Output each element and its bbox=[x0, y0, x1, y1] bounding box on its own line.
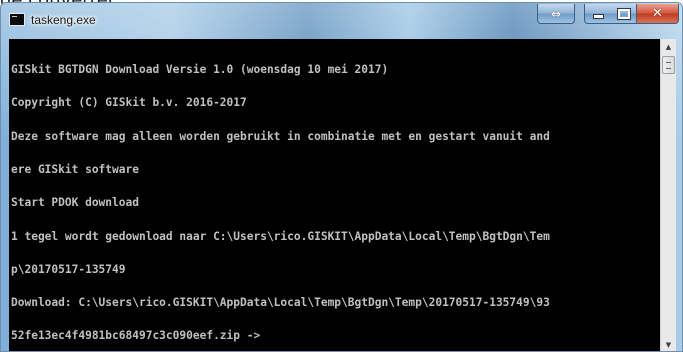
console-text: GISkit BGTDGN Download Versie 1.0 (woens… bbox=[11, 42, 657, 351]
console-output-area[interactable]: GISkit BGTDGN Download Versie 1.0 (woens… bbox=[9, 39, 676, 351]
minimize-icon bbox=[592, 14, 604, 19]
console-app-icon[interactable] bbox=[9, 13, 25, 26]
minimize-button[interactable] bbox=[584, 4, 612, 24]
console-line: 52fe13ec4f4981bc68497c3c090eef.zip -> bbox=[11, 329, 261, 343]
vertical-scrollbar[interactable]: ▲ ▼ bbox=[660, 39, 676, 351]
console-line: Copyright (C) GISkit b.v. 2016-2017 bbox=[11, 96, 247, 110]
maximize-button[interactable] bbox=[611, 4, 637, 24]
console-line: GISkit BGTDGN Download Versie 1.0 (woens… bbox=[11, 63, 389, 77]
scroll-up-arrow-icon: ▲ bbox=[665, 43, 672, 51]
close-button[interactable]: ✕ bbox=[636, 4, 679, 24]
console-line: Download: C:\Users\rico.GISKIT\AppData\L… bbox=[11, 296, 550, 310]
console-line: Deze software mag alleen worden gebruikt… bbox=[11, 129, 550, 143]
console-window: taskeng.exe ⇔ ✕ GISkit BGTDGN Download V… bbox=[0, 2, 683, 352]
maximize-icon bbox=[616, 7, 631, 20]
restore-icon: ⇔ bbox=[550, 6, 562, 21]
scroll-down-arrow-icon: ▼ bbox=[665, 341, 672, 349]
console-line: ere GISkit software bbox=[11, 163, 139, 177]
scroll-down-button[interactable]: ▼ bbox=[661, 337, 676, 351]
window-title: taskeng.exe bbox=[31, 13, 96, 27]
scroll-up-button[interactable]: ▲ bbox=[661, 39, 676, 55]
console-line: 1 tegel wordt gedownload naar C:\Users\r… bbox=[11, 229, 550, 243]
console-line: Start PDOK download bbox=[11, 196, 139, 210]
console-line: p\20170517-135749 bbox=[11, 262, 126, 276]
close-icon: ✕ bbox=[652, 6, 663, 21]
restore-button[interactable]: ⇔ bbox=[537, 4, 575, 24]
scroll-thumb[interactable] bbox=[662, 56, 675, 74]
title-bar[interactable]: taskeng.exe ⇔ ✕ bbox=[1, 3, 682, 39]
